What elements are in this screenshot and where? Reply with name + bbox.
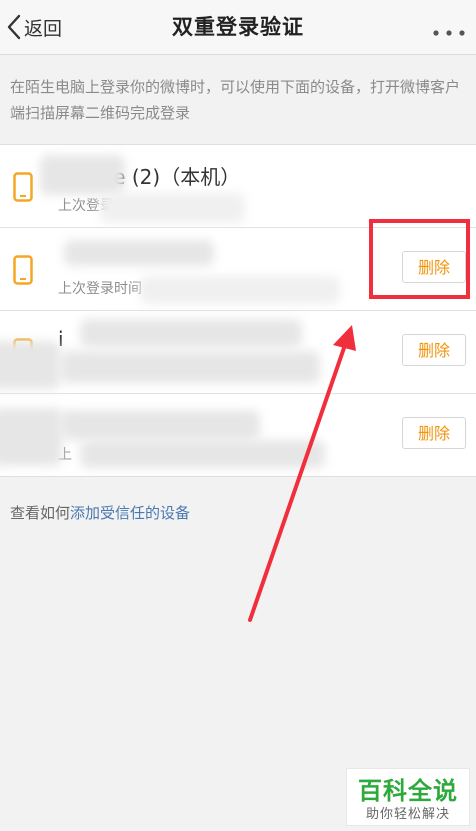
add-trusted-device-link[interactable]: 添加受信任的设备 — [70, 504, 190, 522]
watermark-main: 百科全说 — [358, 777, 458, 805]
footer-hint: 查看如何添加受信任的设备 — [10, 502, 190, 523]
footer-prefix: 查看如何 — [10, 504, 71, 522]
annotation-arrow-icon — [248, 325, 356, 622]
watermark-sub: 助你轻松解决 — [365, 807, 450, 822]
watermark-logo: 百科全说 助你轻松解决 — [346, 768, 470, 826]
